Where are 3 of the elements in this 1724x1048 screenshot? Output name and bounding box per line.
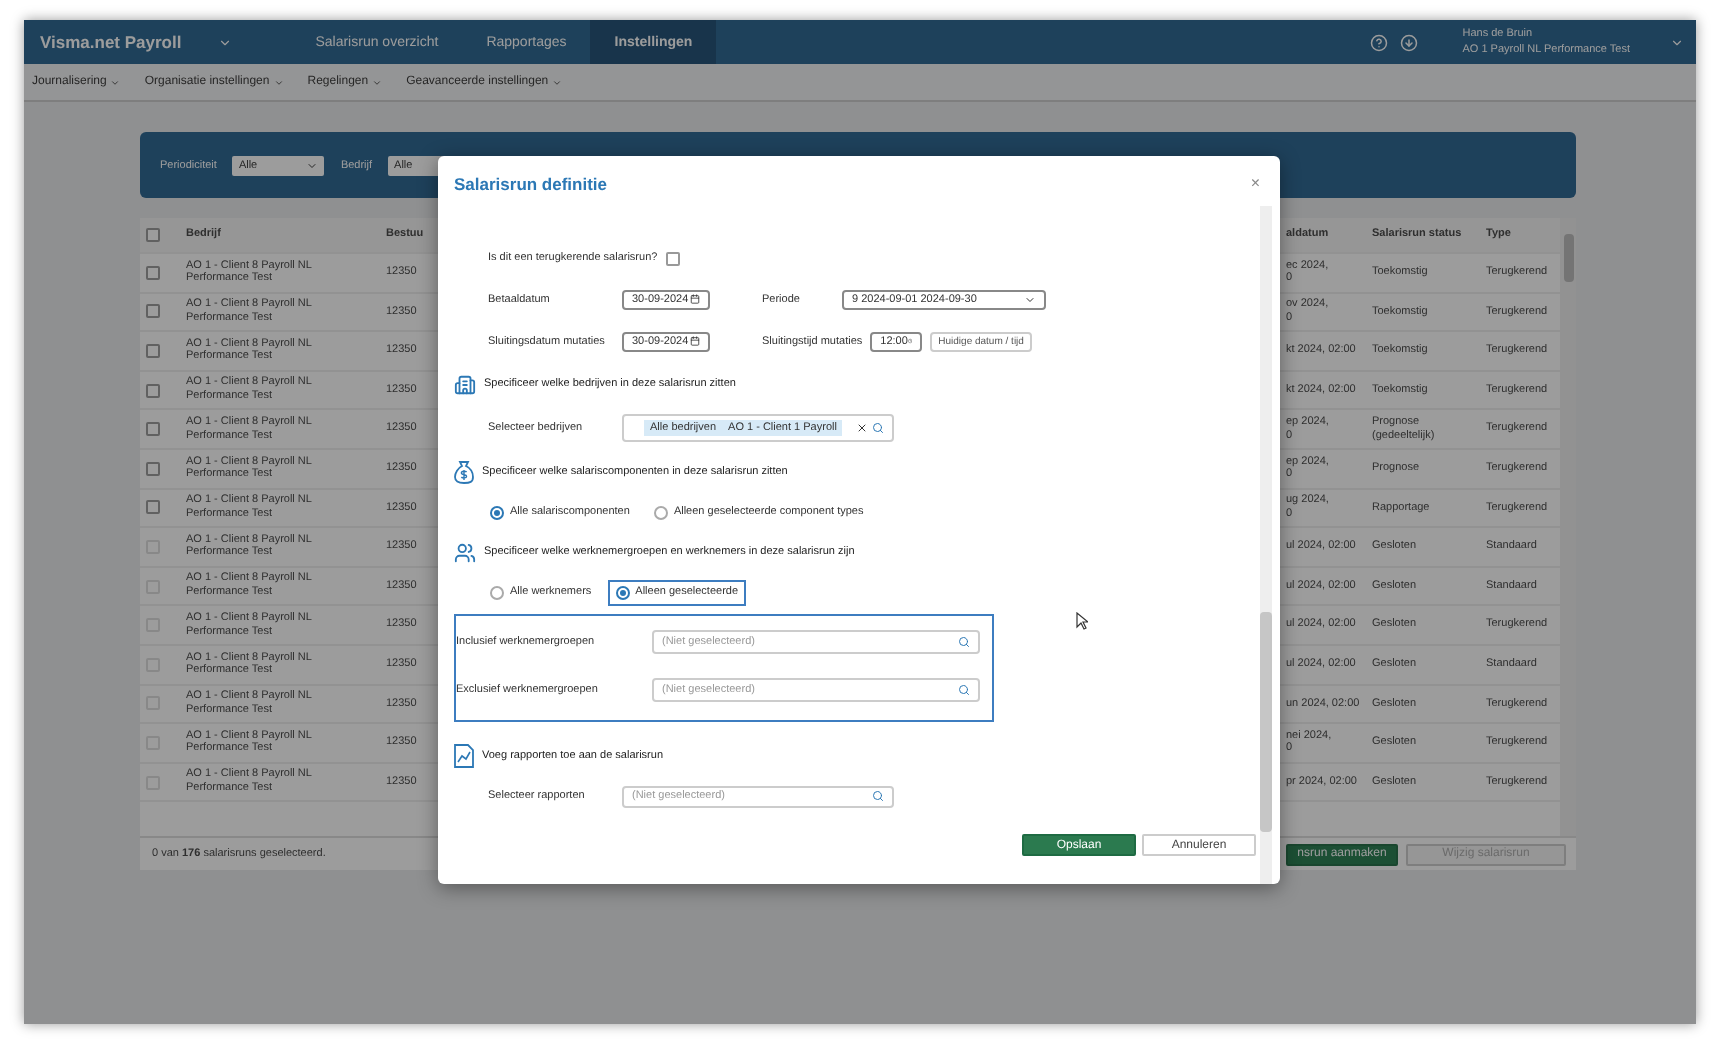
dialog-title: Salarisrun definitie xyxy=(454,174,608,194)
app-title: Visma.net Payroll xyxy=(38,32,184,52)
close-button[interactable]: × xyxy=(1250,176,1260,192)
